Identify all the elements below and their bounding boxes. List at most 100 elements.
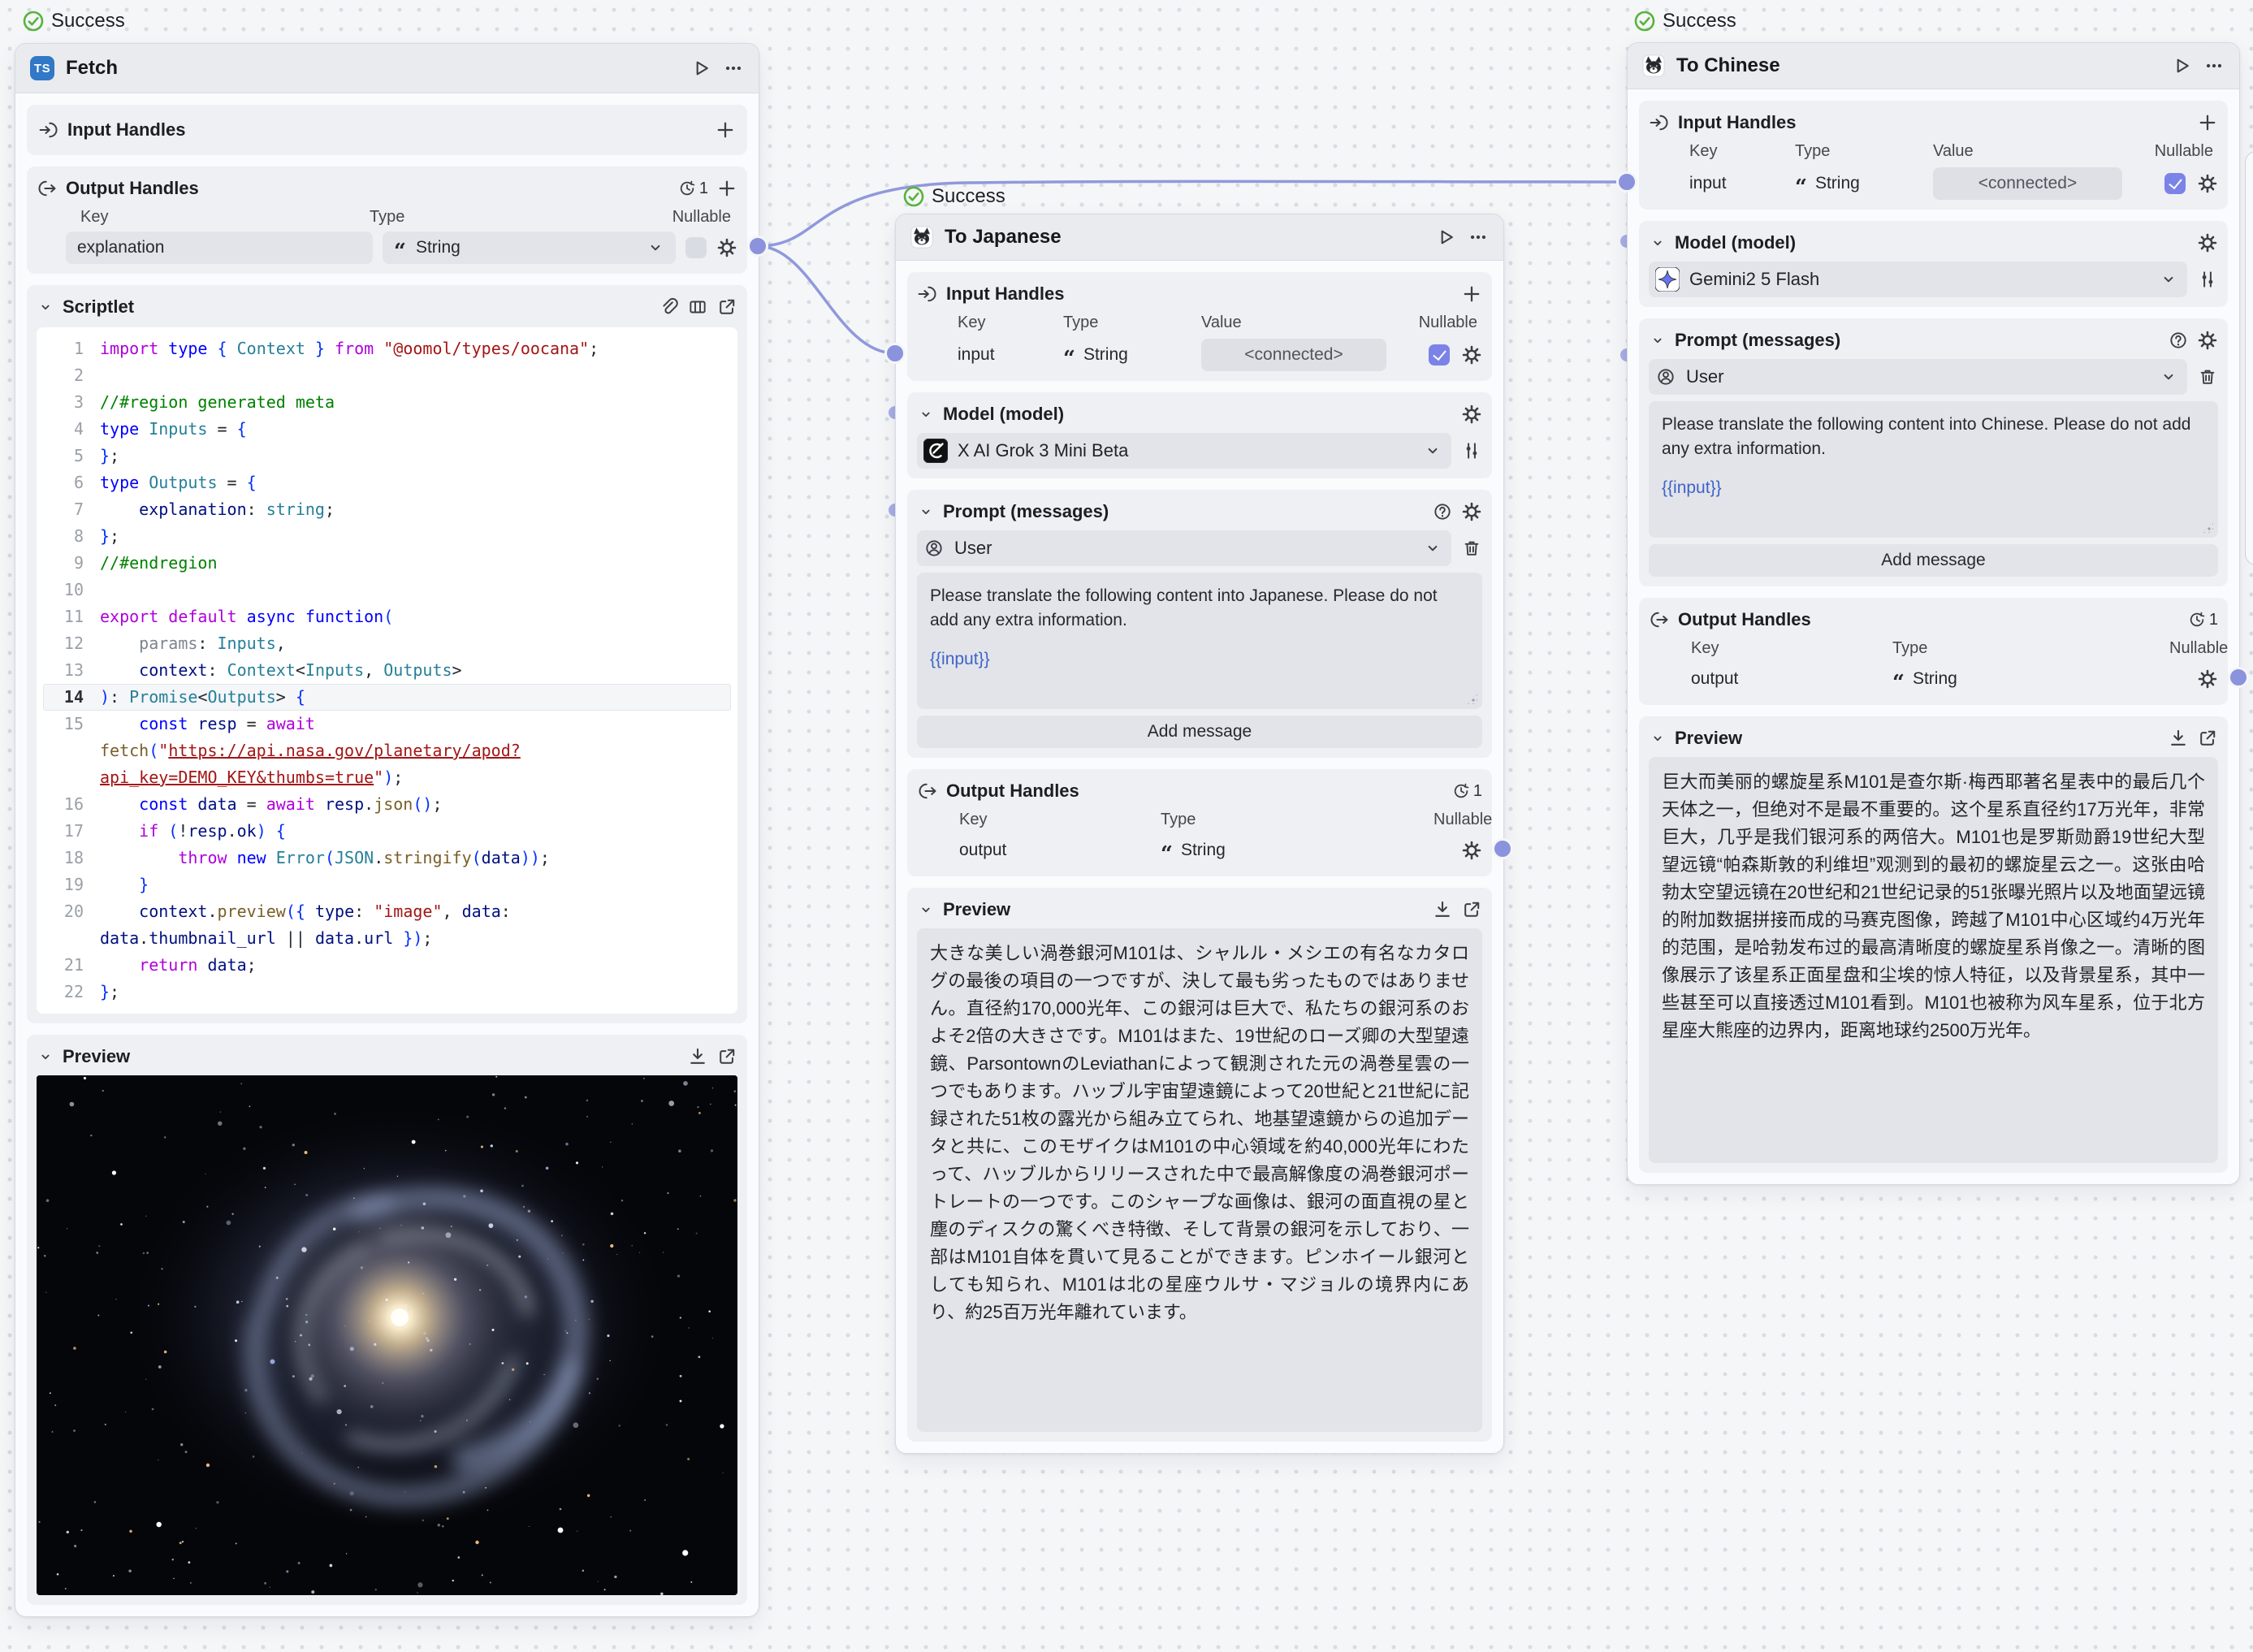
collapse-chevron-icon[interactable] [917, 901, 935, 919]
nullable-checkbox[interactable] [2164, 173, 2186, 194]
node-menu-button[interactable] [1468, 227, 1489, 248]
section-label: Prompt (messages) [943, 501, 1109, 522]
port-chinese-input[interactable] [1616, 171, 1637, 192]
output-handles-section: Output Handles 1 Key Type Nullable outpu… [1639, 598, 2228, 705]
port-japanese-input[interactable] [884, 343, 906, 364]
table-columns-icon[interactable] [687, 296, 708, 318]
section-label: Input Handles [67, 119, 185, 141]
preview-section: Preview 大きな美しい渦巻銀河M101は、シャルル・メシエの有名なカタログ… [907, 888, 1492, 1442]
message-role-select[interactable]: User [1649, 359, 2187, 395]
node-to-japanese[interactable]: To Japanese Input Handles Key Type Value… [895, 214, 1504, 1454]
code-editor[interactable]: 1import type { Context } from "@oomol/ty… [37, 327, 737, 1014]
success-check-icon [903, 186, 924, 207]
model-tune-sliders-icon[interactable] [1461, 440, 1482, 461]
handle-type-value: String [1181, 841, 1226, 860]
help-question-icon[interactable] [1432, 501, 1453, 522]
column-header-type: Type [370, 208, 642, 227]
run-node-button[interactable] [690, 58, 711, 79]
resize-grip[interactable] [2202, 521, 2213, 533]
column-header-type: Type [1795, 142, 1933, 161]
add-input-handle-button[interactable] [715, 119, 736, 141]
handle-settings-gear-icon[interactable] [2197, 668, 2218, 690]
history-button[interactable]: 1 [2188, 611, 2218, 629]
add-input-handle-button[interactable] [2197, 112, 2218, 133]
open-external-icon[interactable] [716, 1046, 737, 1067]
model-select[interactable]: Gemini2 5 Flash [1649, 262, 2187, 297]
success-check-icon [1634, 11, 1655, 32]
node-menu-button[interactable] [2203, 55, 2225, 76]
node-header-chinese[interactable]: To Chinese [1628, 43, 2239, 89]
output-handles-icon [917, 781, 938, 802]
model-settings-gear-icon[interactable] [2197, 232, 2218, 253]
flow-canvas: { "labels": { "success": "Success", "inp… [0, 0, 2253, 1652]
prompt-settings-gear-icon[interactable] [1461, 501, 1482, 522]
section-label: Input Handles [946, 283, 1064, 305]
message-role: User [1686, 366, 2150, 387]
nullable-checkbox[interactable] [685, 237, 707, 258]
attach-icon[interactable] [658, 296, 679, 318]
prompt-textarea[interactable]: Please translate the following content i… [1649, 401, 2218, 538]
model-tune-sliders-icon[interactable] [2197, 269, 2218, 290]
handle-settings-gear-icon[interactable] [716, 237, 737, 258]
collapse-chevron-icon[interactable] [917, 503, 935, 521]
column-header-nullable: Nullable [2134, 142, 2218, 161]
model-settings-gear-icon[interactable] [1461, 404, 1482, 425]
open-external-icon[interactable] [716, 296, 737, 318]
delete-message-trash-icon[interactable] [2197, 366, 2218, 387]
node-fetch[interactable]: TS Fetch Input Handles Output Handles 1 [15, 43, 759, 1617]
string-type-icon: “ [1892, 679, 1905, 687]
nullable-checkbox[interactable] [1429, 344, 1450, 365]
help-question-icon[interactable] [2168, 330, 2189, 351]
handle-settings-gear-icon[interactable] [2197, 173, 2218, 194]
collapse-chevron-icon[interactable] [1649, 729, 1667, 747]
history-button[interactable]: 1 [678, 179, 708, 198]
collapse-chevron-icon[interactable] [1649, 234, 1667, 252]
prompt-textarea[interactable]: Please translate the following content i… [917, 573, 1482, 709]
node-to-chinese[interactable]: To Chinese Input Handles Key Type Value … [1627, 42, 2240, 1185]
collapse-chevron-icon[interactable] [37, 298, 54, 316]
run-node-button[interactable] [1435, 227, 1456, 248]
message-role-select[interactable]: User [917, 530, 1451, 566]
handle-value: <connected> [1201, 339, 1386, 371]
input-handles-icon [1649, 112, 1670, 133]
column-header-nullable: Nullable [642, 208, 737, 227]
open-external-icon[interactable] [1461, 899, 1482, 920]
prompt-settings-gear-icon[interactable] [2197, 330, 2218, 351]
node-header-japanese[interactable]: To Japanese [896, 214, 1503, 261]
status-label: Success [51, 10, 125, 32]
add-input-handle-button[interactable] [1461, 283, 1482, 305]
port-japanese-output[interactable] [1492, 838, 1513, 859]
model-name: Gemini2 5 Flash [1689, 269, 2150, 290]
add-message-button[interactable]: Add message [917, 716, 1482, 748]
handle-settings-gear-icon[interactable] [1461, 344, 1482, 365]
handle-key-input[interactable]: explanation [66, 231, 373, 264]
node-menu-button[interactable] [723, 58, 744, 79]
string-type-icon: “ [1063, 355, 1075, 363]
section-label: Model (model) [1675, 232, 1796, 253]
add-output-handle-button[interactable] [716, 178, 737, 199]
section-label: Output Handles [1678, 609, 1811, 630]
preview-section: Preview 巨大而美丽的螺旋星系M101是查尔斯·梅西耶著名星表中的最后几个… [1639, 716, 2228, 1173]
input-handle-row: input “String <connected> [917, 339, 1482, 371]
run-node-button[interactable] [2171, 55, 2192, 76]
collapse-chevron-icon[interactable] [917, 405, 935, 423]
download-icon[interactable] [2168, 728, 2189, 749]
port-fetch-output[interactable] [747, 236, 768, 257]
scriptlet-section: Scriptlet 1import type { Context } from … [27, 285, 747, 1023]
history-button[interactable]: 1 [1452, 782, 1482, 801]
download-icon[interactable] [687, 1046, 708, 1067]
collapse-chevron-icon[interactable] [37, 1048, 54, 1066]
open-external-icon[interactable] [2197, 728, 2218, 749]
handle-type-select[interactable]: “ String [383, 231, 676, 264]
collapse-chevron-icon[interactable] [1649, 331, 1667, 349]
delete-message-trash-icon[interactable] [1461, 538, 1482, 559]
node-header-fetch[interactable]: TS Fetch [15, 44, 759, 93]
column-header-value: Value [1933, 142, 2134, 161]
port-chinese-output[interactable] [2228, 667, 2249, 688]
handle-settings-gear-icon[interactable] [1461, 840, 1482, 861]
add-message-button[interactable]: Add message [1649, 544, 2218, 577]
resize-grip[interactable] [1466, 693, 1477, 704]
history-icon [678, 179, 696, 197]
download-icon[interactable] [1432, 899, 1453, 920]
model-select[interactable]: X AI Grok 3 Mini Beta [917, 433, 1451, 469]
